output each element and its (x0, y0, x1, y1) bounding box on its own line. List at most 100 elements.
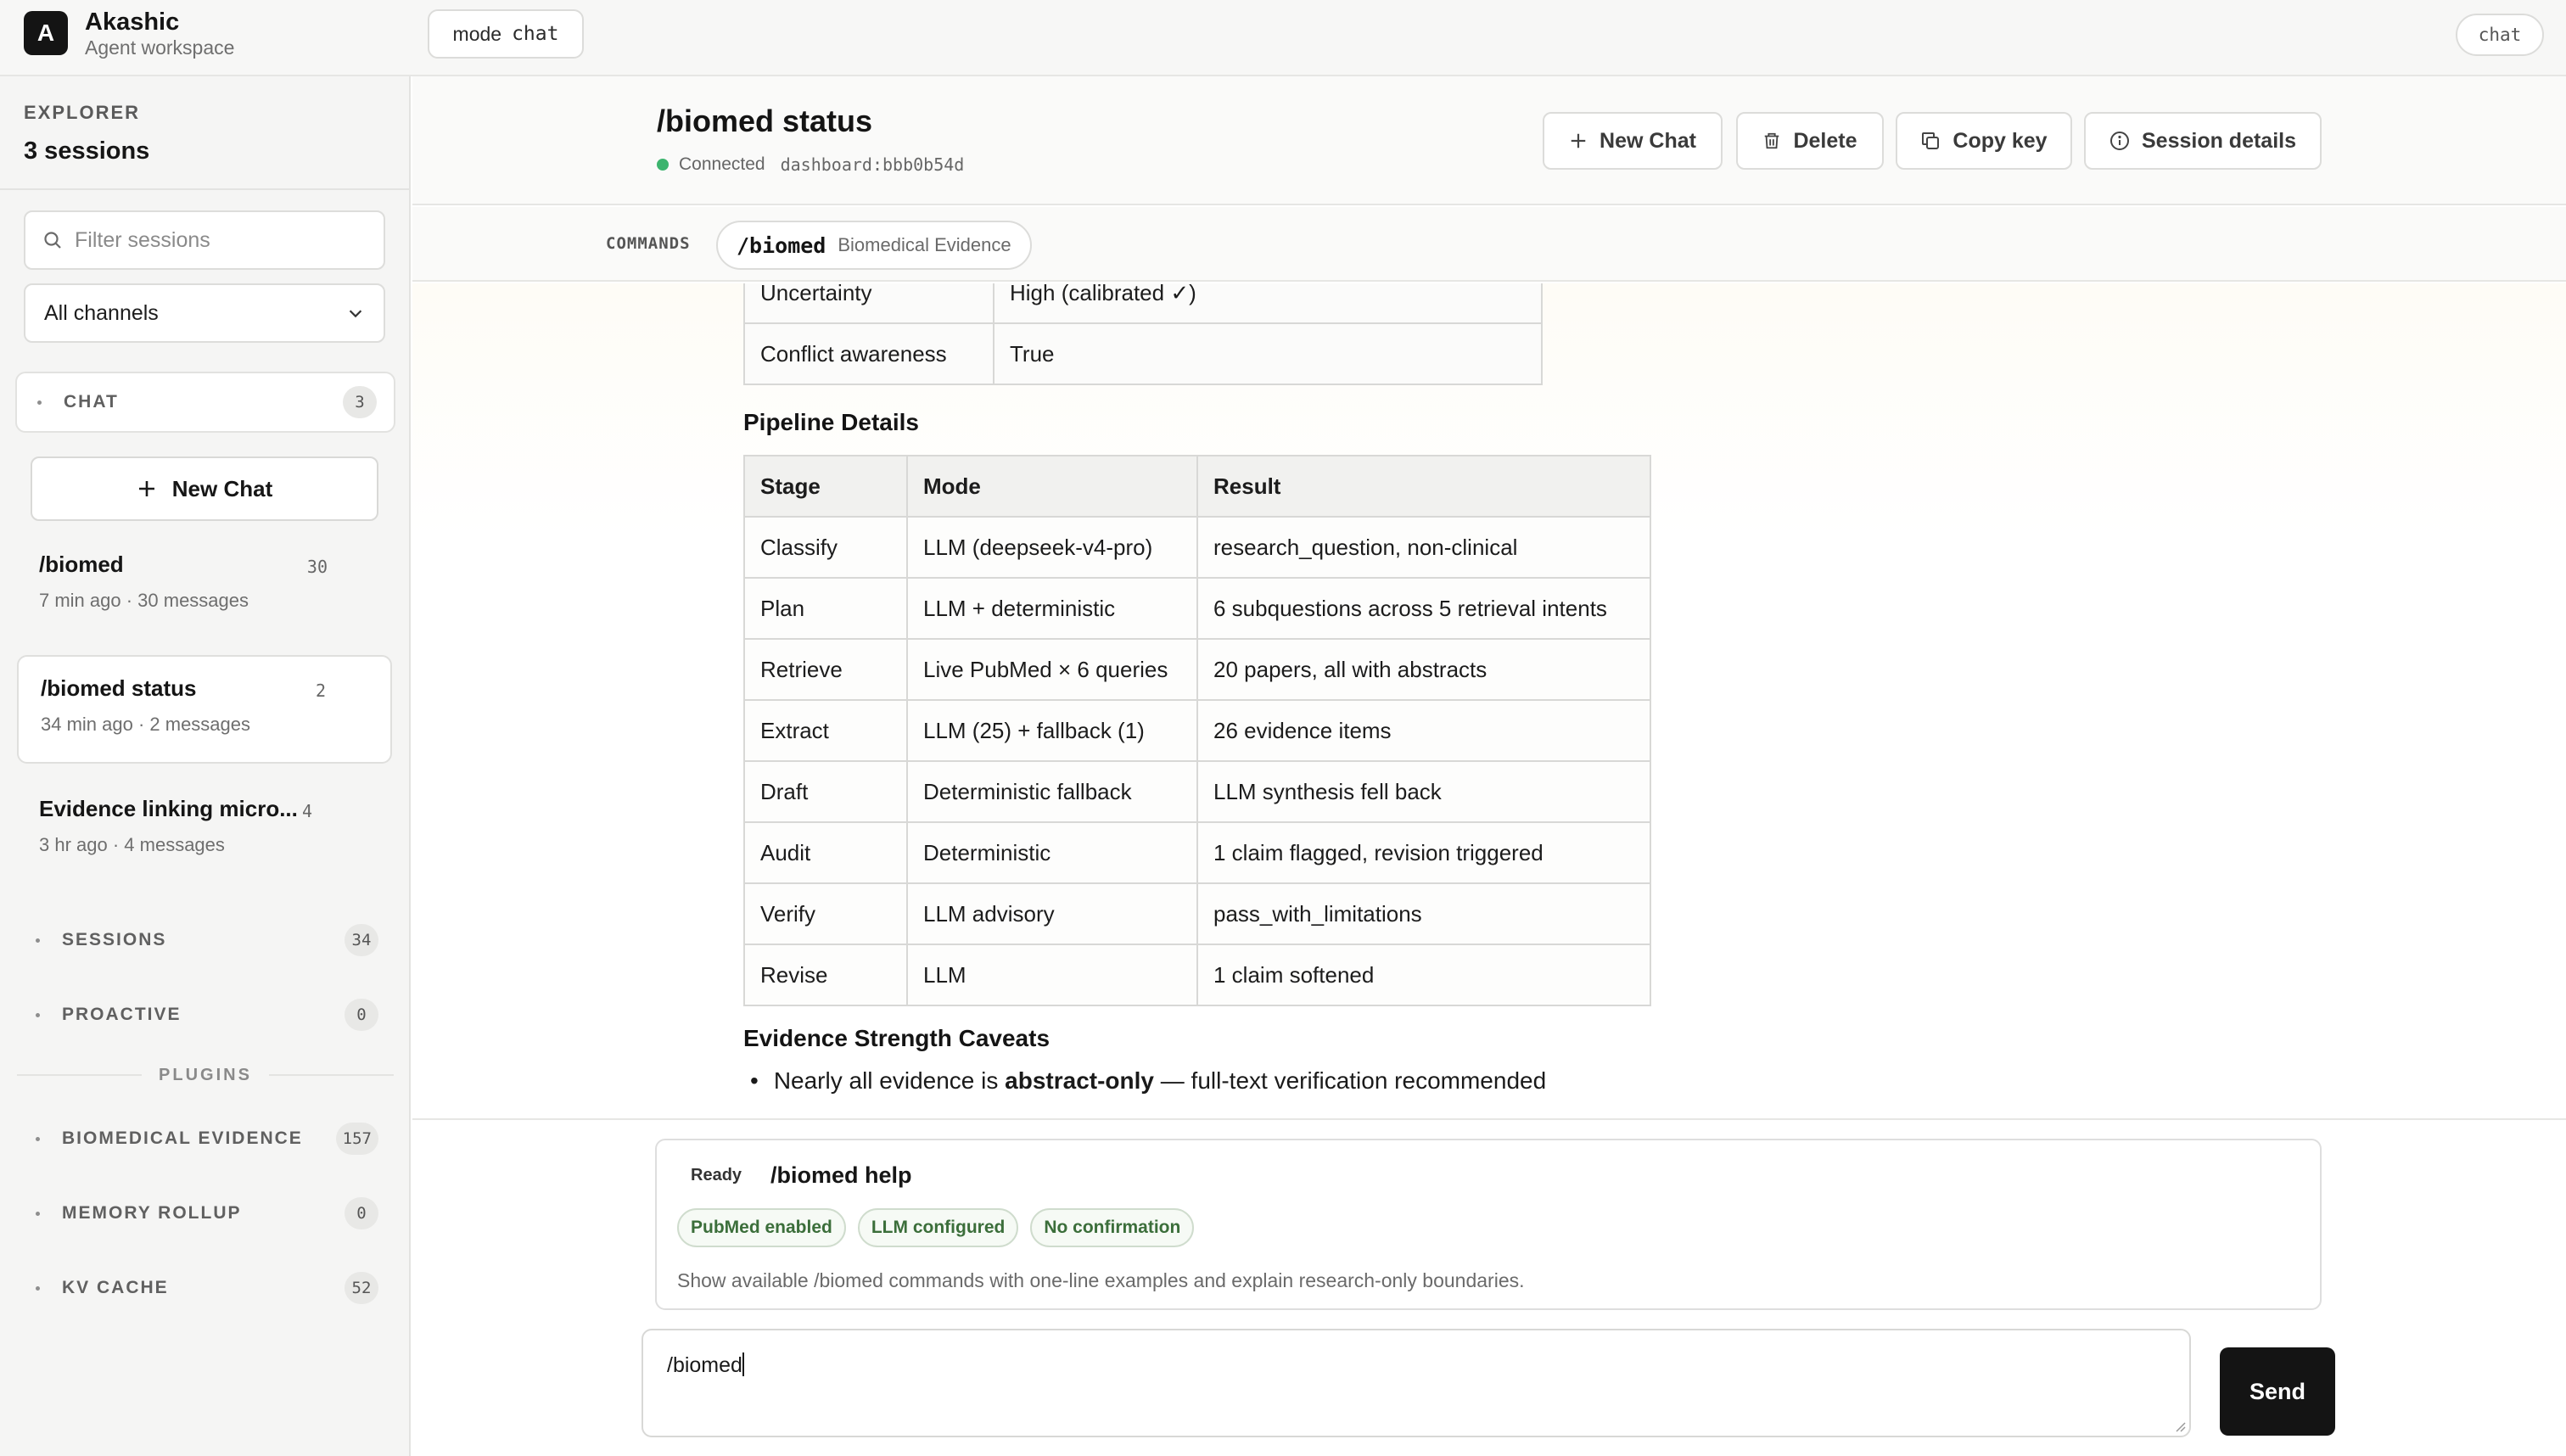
bullet-dot (37, 400, 42, 405)
group-chat[interactable]: CHAT 3 (15, 372, 395, 433)
table-cell: Extract (743, 699, 908, 762)
plugin-label: BIOMEDICAL EVIDENCE (62, 1128, 303, 1148)
table-row: Uncertainty High (calibrated ✓) (743, 283, 1543, 324)
channel-select[interactable]: All channels (24, 283, 385, 343)
plugin-biomedical-evidence[interactable]: BIOMEDICAL EVIDENCE 157 (15, 1108, 395, 1169)
caveat-list-item: • Nearly all evidence is abstract-only —… (750, 1067, 1546, 1095)
command-name: /biomed (737, 232, 826, 258)
table-cell: LLM (deepseek-v4-pro) (906, 516, 1198, 579)
commands-label: COMMANDS (606, 234, 691, 253)
session-item-active[interactable]: /biomed status 2 34 min ago · 2 messages (17, 655, 392, 764)
plugin-label: KV CACHE (62, 1278, 169, 1297)
table-cell: 1 claim flagged, revision triggered (1196, 821, 1651, 884)
bullet-dot (36, 1211, 40, 1216)
bullet-dot (36, 1136, 40, 1141)
table-cell: 6 subquestions across 5 retrieval intent… (1196, 577, 1651, 640)
sidebar-new-chat-button[interactable]: New Chat (31, 456, 378, 521)
bullet-dot (36, 938, 40, 943)
session-item[interactable]: Evidence linking micro... 4 3 hr ago · 4… (17, 777, 392, 886)
new-chat-button[interactable]: New Chat (1543, 112, 1723, 170)
table-cell: Revise (743, 944, 908, 1006)
resize-handle-icon[interactable] (2172, 1419, 2186, 1432)
plugins-section-label: PLUGINS (17, 1064, 394, 1086)
divider (268, 1074, 394, 1076)
group-count-badge: 0 (345, 999, 378, 1031)
chevron-down-icon (349, 310, 362, 318)
send-button[interactable]: Send (2220, 1347, 2335, 1436)
table-cell: Live PubMed × 6 queries (906, 638, 1198, 701)
suggestion-command: /biomed help (770, 1162, 912, 1188)
filter-sessions-input[interactable] (75, 227, 380, 253)
suggestion-status: Ready (691, 1166, 742, 1184)
command-chip-biomed[interactable]: /biomed Biomedical Evidence (716, 221, 1032, 270)
chat-mode-badge[interactable]: chat (2456, 14, 2544, 56)
divider (17, 1074, 143, 1076)
plugin-label: MEMORY ROLLUP (62, 1203, 242, 1223)
copy-key-label: Copy key (1953, 128, 2048, 153)
search-icon (44, 232, 61, 249)
connection-status: Connected dashboard:bbb0b54d (657, 154, 964, 175)
table-cell: LLM (906, 944, 1198, 1006)
group-count-badge: 3 (343, 386, 377, 418)
table-cell: High (calibrated ✓) (993, 283, 1543, 324)
delete-button[interactable]: Delete (1736, 112, 1884, 170)
channel-select-value: All channels (44, 300, 159, 325)
table-row: Retrieve Live PubMed × 6 queries 20 pape… (743, 638, 1651, 701)
app-name: Akashic (85, 8, 180, 36)
top-bar: A Akashic Agent workspace mode chat chat (0, 0, 2566, 76)
bullet-dot (36, 1012, 40, 1017)
session-message-count: 4 (301, 801, 312, 821)
plugin-count-badge: 0 (345, 1197, 378, 1229)
plus-icon (1571, 133, 1586, 148)
pipeline-heading: Pipeline Details (743, 409, 919, 435)
suggestion-description: Show available /biomed commands with one… (677, 1269, 1525, 1291)
table-cell: 26 evidence items (1196, 699, 1651, 762)
table-cell: pass_with_limitations (1196, 882, 1651, 945)
group-proactive[interactable]: PROACTIVE 0 (15, 984, 395, 1045)
mode-toggle[interactable]: mode chat (428, 9, 584, 59)
copy-key-button[interactable]: Copy key (1896, 112, 2072, 170)
pipeline-table: Stage Mode Result Classify LLM (deepseek… (743, 455, 1651, 1006)
caveat-text: Nearly all evidence is abstract-only — f… (774, 1067, 1546, 1095)
table-cell: LLM + deterministic (906, 577, 1198, 640)
session-key: dashboard:bbb0b54d (780, 154, 965, 175)
app-logo: A (24, 11, 68, 55)
filter-sessions-field[interactable] (24, 210, 385, 270)
table-row: Verify LLM advisory pass_with_limitation… (743, 882, 1651, 945)
group-label: SESSIONS (62, 930, 167, 949)
session-details-button[interactable]: Session details (2084, 112, 2322, 170)
sessions-count: 3 sessions (24, 137, 150, 165)
session-meta: 3 hr ago · 4 messages (39, 834, 225, 855)
table-row: Extract LLM (25) + fallback (1) 26 evide… (743, 699, 1651, 762)
new-chat-label: New Chat (1600, 128, 1696, 153)
message-content: Uncertainty High (calibrated ✓) Conflict… (412, 283, 2566, 1118)
table-row: Plan LLM + deterministic 6 subquestions … (743, 577, 1651, 640)
trash-icon (1765, 132, 1779, 149)
info-icon (2109, 132, 2129, 150)
session-header: /biomed status Connected dashboard:bbb0b… (412, 76, 2566, 205)
copy-icon (1922, 132, 1940, 149)
session-meta: 7 min ago · 30 messages (39, 590, 249, 611)
composer-area: Ready /biomed help PubMed enabled LLM co… (412, 1118, 2566, 1456)
table-cell: LLM synthesis fell back (1196, 760, 1651, 823)
plugin-count-badge: 157 (335, 1123, 378, 1155)
group-sessions[interactable]: SESSIONS 34 (15, 910, 395, 971)
metrics-table: Uncertainty High (calibrated ✓) Conflict… (743, 283, 1543, 385)
table-cell: True (993, 322, 1543, 385)
plugin-kv-cache[interactable]: KV CACHE 52 (15, 1257, 395, 1319)
table-row: Draft Deterministic fallback LLM synthes… (743, 760, 1651, 823)
message-input[interactable]: /biomed (642, 1329, 2191, 1437)
group-count-badge: 34 (345, 924, 378, 956)
table-cell: 1 claim softened (1196, 944, 1651, 1006)
plugins-label: PLUGINS (159, 1065, 252, 1084)
session-details-label: Session details (2141, 128, 2297, 153)
group-label: CHAT (64, 392, 119, 412)
suggestion-chips: PubMed enabled LLM configured No confirm… (677, 1208, 1195, 1247)
plugin-memory-rollup[interactable]: MEMORY ROLLUP 0 (15, 1183, 395, 1244)
status-dot-icon (657, 159, 669, 171)
table-cell: Retrieve (743, 638, 908, 701)
caveat-suffix: — full-text verification recommended (1153, 1067, 1547, 1094)
session-item[interactable]: /biomed 30 7 min ago · 30 messages (17, 533, 392, 641)
command-suggestion[interactable]: Ready /biomed help PubMed enabled LLM co… (655, 1139, 2322, 1310)
table-row: Revise LLM 1 claim softened (743, 944, 1651, 1006)
